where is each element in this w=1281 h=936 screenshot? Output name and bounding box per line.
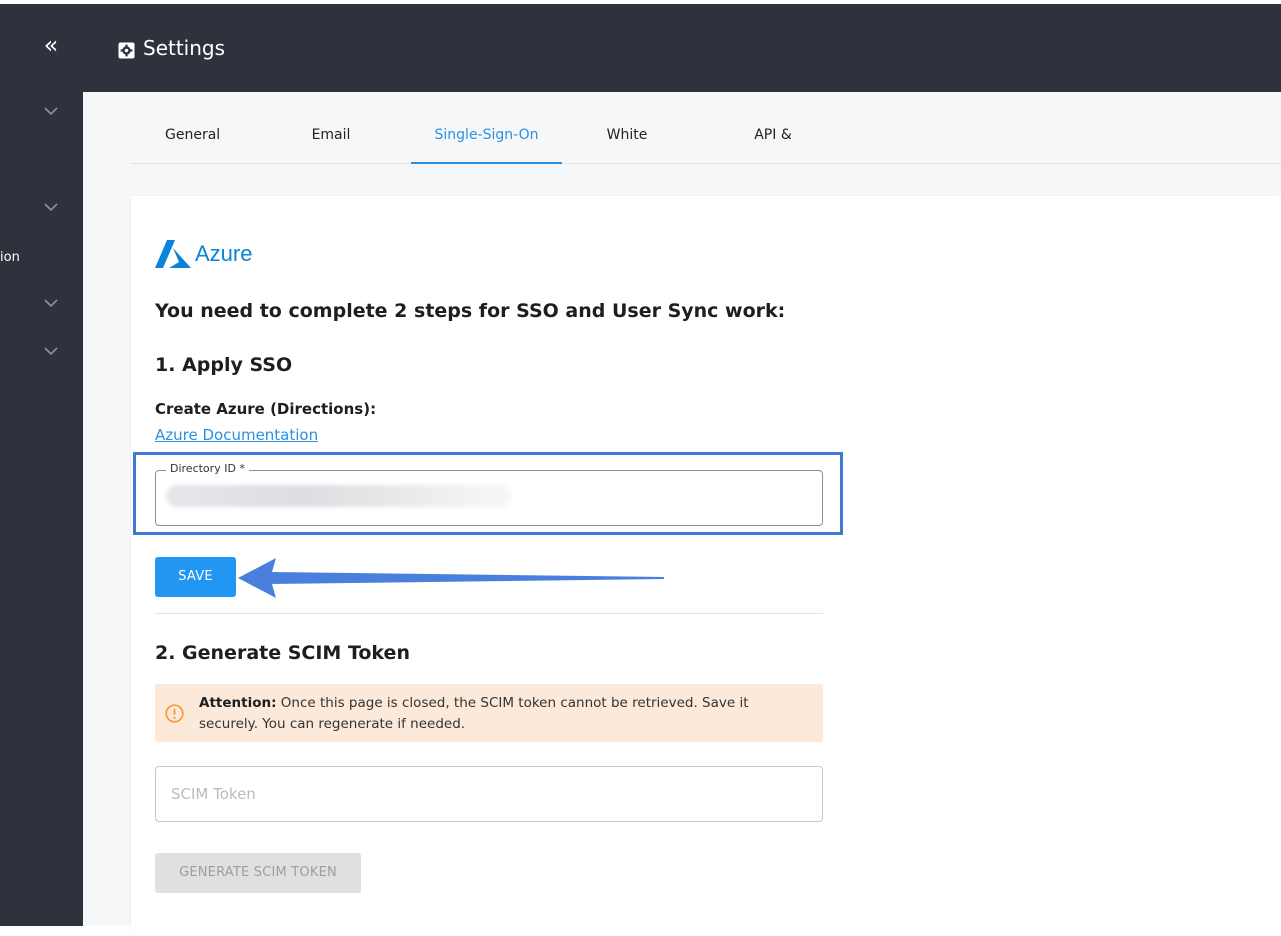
page-title-text: Settings (143, 36, 226, 60)
create-azure-label: Create Azure (Directions): (155, 400, 377, 418)
collapse-sidebar-icon[interactable]: « (38, 33, 64, 60)
alert-title: Attention: (199, 695, 277, 711)
warning-icon (165, 704, 184, 723)
settings-tabs: General Email Reminders Single-Sign-On W… (131, 92, 1281, 229)
scim-token-field[interactable] (155, 766, 823, 822)
chevron-down-icon[interactable] (43, 346, 59, 356)
tab-email-reminders[interactable]: Email Reminders (275, 92, 387, 229)
azure-logo-icon (155, 240, 191, 268)
step1-heading: 1. Apply SSO (155, 354, 293, 376)
tab-single-sign-on[interactable]: Single-Sign-On (411, 92, 562, 164)
chevron-down-icon[interactable] (43, 202, 59, 212)
sso-card: Azure You need to complete 2 steps for S… (131, 196, 1281, 936)
main-content: General Email Reminders Single-Sign-On W… (83, 92, 1281, 936)
gear-icon (118, 40, 135, 58)
sidebar-item-label[interactable]: ion (0, 250, 20, 265)
tab-api-integration[interactable]: API & Integration (715, 92, 831, 229)
top-bar: Settings (83, 4, 1281, 92)
step2-heading: 2. Generate SCIM Token (155, 642, 410, 664)
azure-documentation-link[interactable]: Azure Documentation (155, 426, 318, 444)
azure-logo-text: Azure (195, 241, 253, 266)
chevron-down-icon[interactable] (43, 298, 59, 308)
tab-general[interactable]: General (165, 92, 220, 163)
attention-alert: Attention: Once this page is closed, the… (155, 684, 823, 742)
chevron-down-icon[interactable] (43, 106, 59, 116)
tab-white-label[interactable]: White Label (586, 92, 668, 229)
sidebar: « ion (0, 4, 83, 926)
section-divider (155, 613, 823, 614)
arrow-annotation (238, 558, 664, 598)
azure-logo: Azure (155, 240, 252, 268)
scim-token-input[interactable] (169, 784, 773, 804)
alert-text: Once this page is closed, the SCIM token… (199, 695, 749, 732)
save-button[interactable]: SAVE (155, 557, 236, 597)
sso-intro-heading: You need to complete 2 steps for SSO and… (155, 300, 786, 322)
generate-scim-token-button[interactable]: GENERATE SCIM TOKEN (155, 853, 361, 893)
directory-id-value-redacted (166, 485, 511, 507)
directory-id-label: Directory ID * (166, 462, 249, 475)
directory-id-field[interactable]: Directory ID * (155, 462, 823, 526)
page-title: Settings (118, 36, 225, 60)
